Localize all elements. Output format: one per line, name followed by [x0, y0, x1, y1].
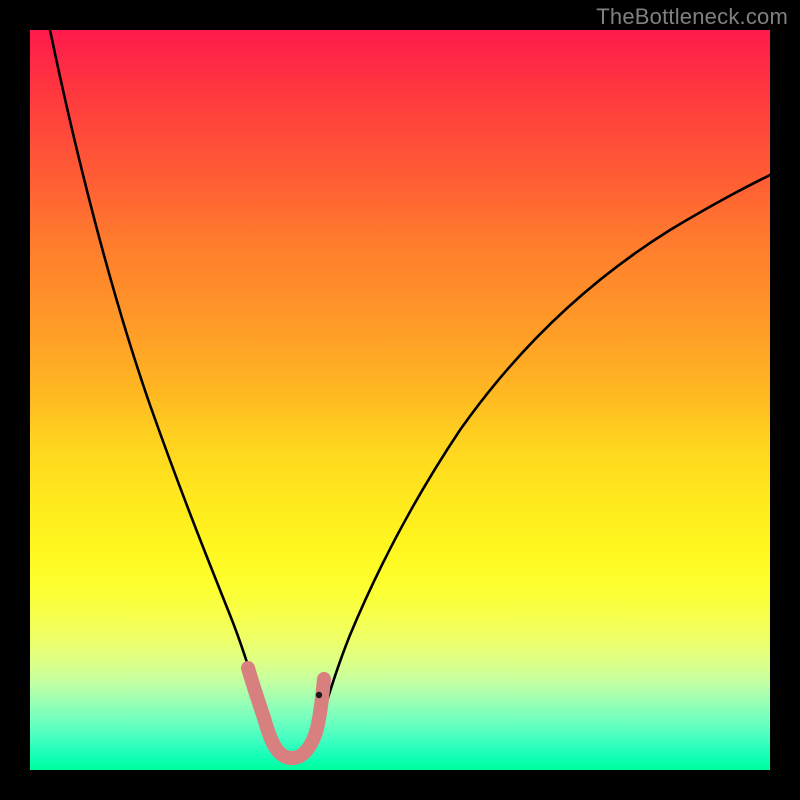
- heatmap-gradient: [30, 30, 770, 770]
- chart-frame: TheBottleneck.com: [0, 0, 800, 800]
- plot-area: [30, 30, 770, 770]
- watermark-text: TheBottleneck.com: [596, 4, 788, 30]
